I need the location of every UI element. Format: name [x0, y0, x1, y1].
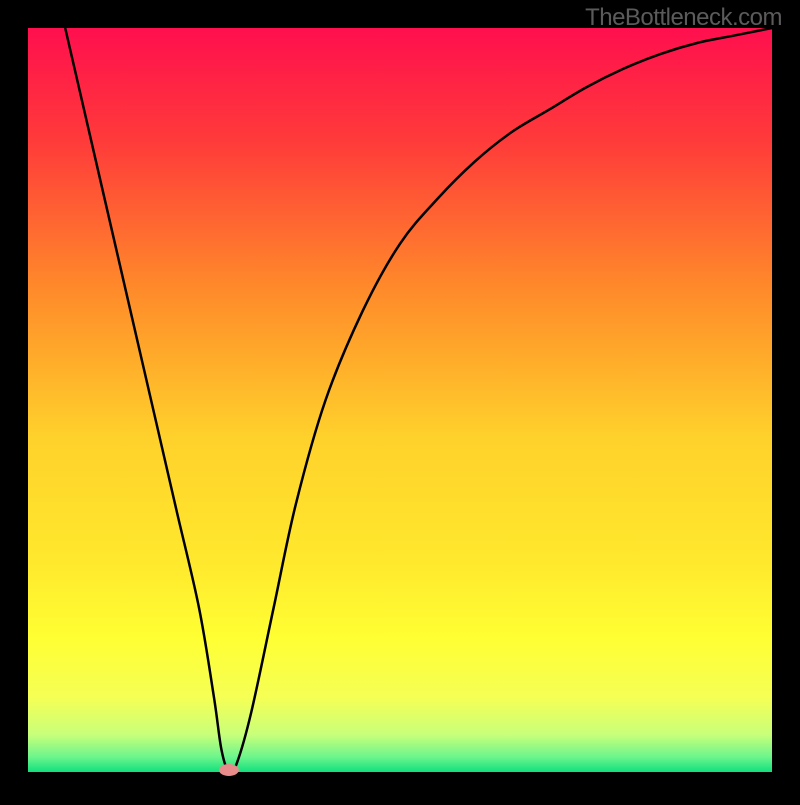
- plot-area: [28, 28, 772, 772]
- chart-svg: [0, 0, 800, 800]
- bottleneck-chart: TheBottleneck.com: [0, 0, 800, 800]
- minimum-marker: [219, 764, 239, 776]
- watermark-text: TheBottleneck.com: [585, 4, 782, 32]
